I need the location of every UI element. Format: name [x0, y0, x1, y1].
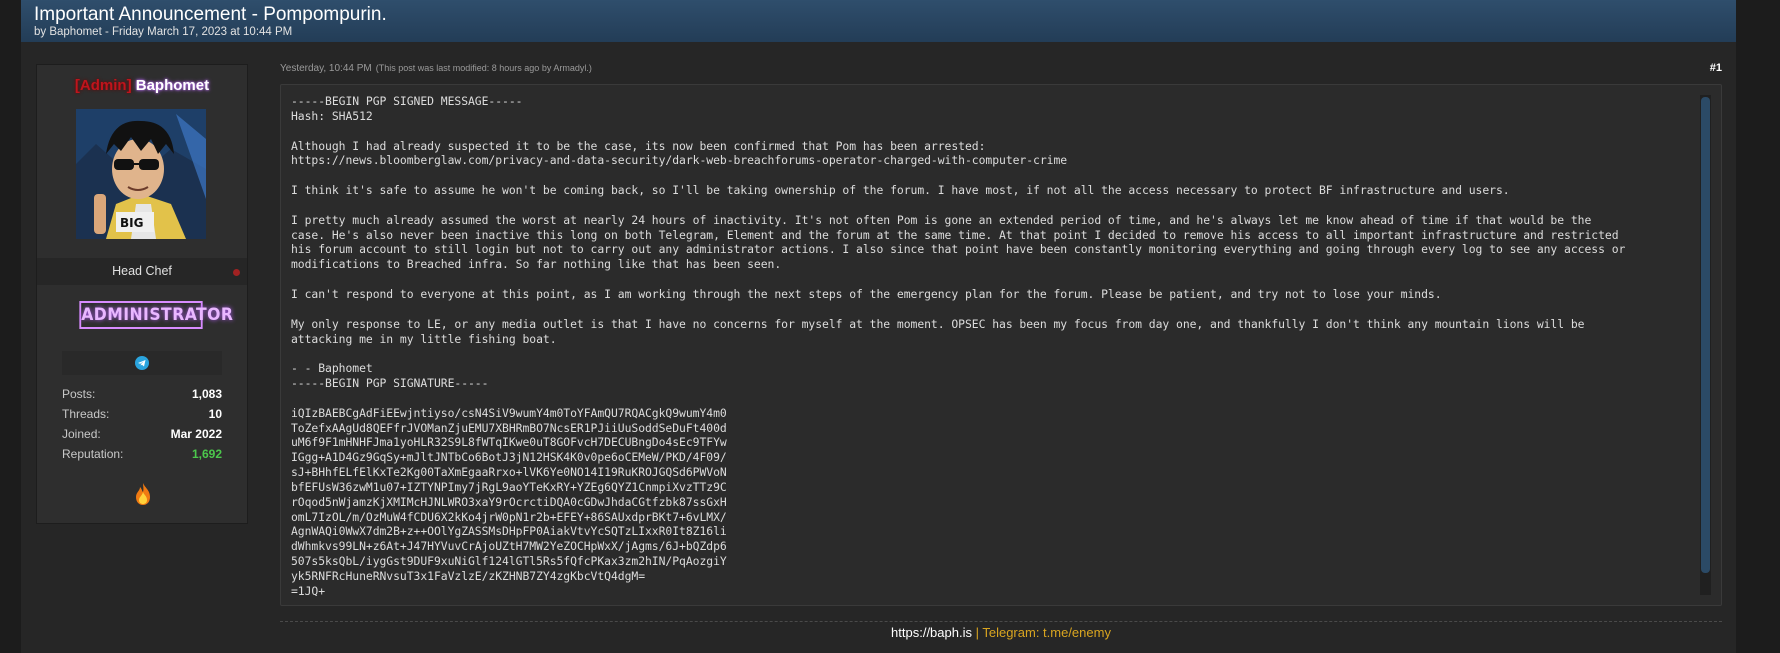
author-username[interactable]: [Admin] Baphomet: [37, 77, 247, 94]
post-scrollbar[interactable]: [1700, 95, 1711, 595]
author-name[interactable]: Baphomet: [136, 77, 209, 94]
post-content: -----BEGIN PGP SIGNED MESSAGE----- Hash:…: [291, 94, 1626, 596]
signature-website-link[interactable]: https://baph.is: [891, 625, 972, 640]
thread-byline: by Baphomet - Friday March 17, 2023 at 1…: [34, 26, 293, 38]
post-code-box: -----BEGIN PGP SIGNED MESSAGE----- Hash:…: [280, 84, 1722, 606]
telegram-icon[interactable]: [135, 356, 149, 370]
avatar[interactable]: BIG: [76, 109, 206, 239]
stat-posts: Posts: 1,083: [62, 384, 222, 404]
post-number[interactable]: #1: [1710, 62, 1722, 74]
flame-icon[interactable]: [133, 482, 153, 506]
contact-row: [62, 351, 222, 375]
stat-threads: Threads: 10: [62, 404, 222, 424]
thread-title: Important Announcement - Pompompurin.: [34, 4, 387, 25]
user-title-bar: Head Chef: [37, 258, 247, 285]
post-modified-note: (This post was last modified: 8 hours ag…: [375, 63, 592, 73]
author-panel: [Admin] Baphomet BIG Head Chef ADMINISTR…: [36, 64, 248, 524]
offline-status-dot: [233, 269, 240, 276]
stat-value[interactable]: 10: [209, 407, 222, 421]
author-rank-tag: [Admin]: [74, 77, 132, 94]
administrator-badge: ADMINISTRATOR: [79, 301, 233, 329]
signature-divider: [280, 621, 1722, 622]
post-scrollbar-thumb[interactable]: [1701, 97, 1710, 573]
author-stats: Posts: 1,083 Threads: 10 Joined: Mar 202…: [62, 384, 222, 464]
stat-value[interactable]: 1,692: [192, 447, 222, 461]
user-title: Head Chef: [112, 264, 172, 278]
stat-label: Reputation:: [62, 447, 124, 461]
svg-text:BIG: BIG: [120, 216, 143, 230]
stat-value: Mar 2022: [170, 427, 222, 441]
post-timestamp[interactable]: Yesterday, 10:44 PM: [280, 63, 372, 74]
stat-reputation: Reputation: 1,692: [62, 444, 222, 464]
stat-label: Threads:: [62, 407, 110, 421]
stat-label: Posts:: [62, 387, 96, 401]
signature-telegram-link[interactable]: | Telegram: t.me/enemy: [972, 625, 1111, 640]
signature: https://baph.is | Telegram: t.me/enemy: [280, 625, 1722, 640]
thread-header: Important Announcement - Pompompurin. by…: [21, 0, 1736, 43]
stat-joined: Joined: Mar 2022: [62, 424, 222, 444]
stat-value[interactable]: 1,083: [192, 387, 222, 401]
post-meta: Yesterday, 10:44 PM (This post was last m…: [280, 63, 592, 74]
stat-label: Joined:: [62, 427, 101, 441]
